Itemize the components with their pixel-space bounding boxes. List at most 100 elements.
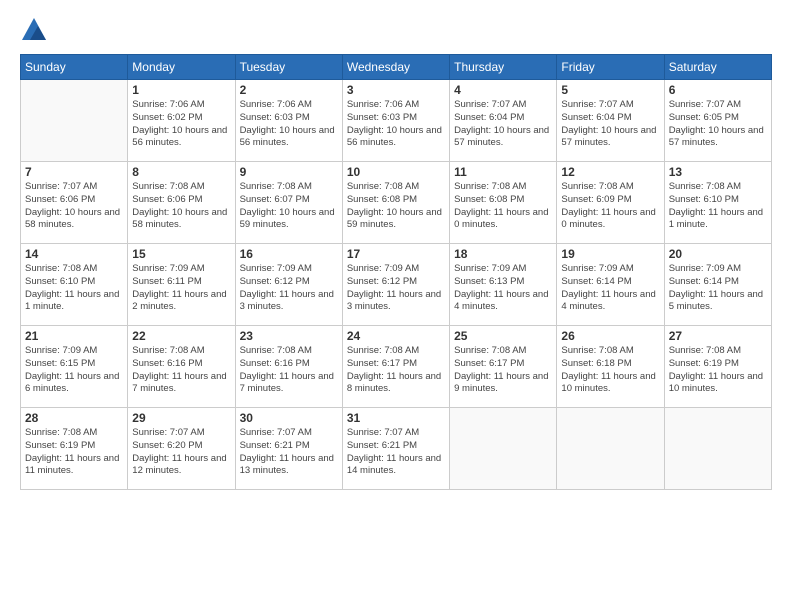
cell-content: Sunrise: 7:09 AM Sunset: 6:12 PM Dayligh… [347,263,445,314]
day-number: 12 [561,165,659,179]
cell-content: Sunrise: 7:08 AM Sunset: 6:08 PM Dayligh… [454,181,552,232]
day-number: 23 [240,329,338,343]
cell-content: Sunrise: 7:09 AM Sunset: 6:14 PM Dayligh… [669,263,767,314]
cell-content: Sunrise: 7:08 AM Sunset: 6:09 PM Dayligh… [561,181,659,232]
weekday-header: Friday [557,55,664,80]
calendar-cell: 9 Sunrise: 7:08 AM Sunset: 6:07 PM Daylig… [235,162,342,244]
calendar-header-row: SundayMondayTuesdayWednesdayThursdayFrid… [21,55,772,80]
day-number: 26 [561,329,659,343]
cell-content: Sunrise: 7:09 AM Sunset: 6:12 PM Dayligh… [240,263,338,314]
day-number: 14 [25,247,123,261]
cell-content: Sunrise: 7:08 AM Sunset: 6:19 PM Dayligh… [25,427,123,478]
cell-content: Sunrise: 7:09 AM Sunset: 6:13 PM Dayligh… [454,263,552,314]
day-number: 8 [132,165,230,179]
calendar-cell [21,80,128,162]
calendar-week-row: 1Sunrise: 7:06 AM Sunset: 6:02 PM Daylig… [21,80,772,162]
calendar-cell: 27Sunrise: 7:08 AM Sunset: 6:19 PM Dayli… [664,326,771,408]
cell-content: Sunrise: 7:07 AM Sunset: 6:06 PM Dayligh… [25,181,123,232]
cell-content: Sunrise: 7:08 AM Sunset: 6:10 PM Dayligh… [669,181,767,232]
calendar-cell: 14Sunrise: 7:08 AM Sunset: 6:10 PM Dayli… [21,244,128,326]
calendar-week-row: 7 Sunrise: 7:07 AM Sunset: 6:06 PM Daylig… [21,162,772,244]
day-number: 2 [240,83,338,97]
cell-content: Sunrise: 7:07 AM Sunset: 6:20 PM Dayligh… [132,427,230,478]
day-number: 25 [454,329,552,343]
page: SundayMondayTuesdayWednesdayThursdayFrid… [0,0,792,612]
weekday-header: Sunday [21,55,128,80]
calendar-cell: 5 Sunrise: 7:07 AM Sunset: 6:04 PM Daylig… [557,80,664,162]
day-number: 22 [132,329,230,343]
calendar-cell: 22 Sunrise: 7:08 AM Sunset: 6:16 PM Dayli… [128,326,235,408]
calendar-cell: 19 Sunrise: 7:09 AM Sunset: 6:14 PM Dayli… [557,244,664,326]
calendar-cell: 4 Sunrise: 7:07 AM Sunset: 6:04 PM Daylig… [450,80,557,162]
cell-content: Sunrise: 7:08 AM Sunset: 6:08 PM Dayligh… [347,181,445,232]
calendar-cell: 11 Sunrise: 7:08 AM Sunset: 6:08 PM Dayli… [450,162,557,244]
cell-content: Sunrise: 7:08 AM Sunset: 6:06 PM Dayligh… [132,181,230,232]
day-number: 30 [240,411,338,425]
cell-content: Sunrise: 7:08 AM Sunset: 6:07 PM Dayligh… [240,181,338,232]
calendar-cell [450,408,557,490]
weekday-header: Saturday [664,55,771,80]
cell-content: Sunrise: 7:06 AM Sunset: 6:03 PM Dayligh… [347,99,445,150]
calendar-week-row: 14Sunrise: 7:08 AM Sunset: 6:10 PM Dayli… [21,244,772,326]
cell-content: Sunrise: 7:07 AM Sunset: 6:05 PM Dayligh… [669,99,767,150]
calendar-cell: 3 Sunrise: 7:06 AM Sunset: 6:03 PM Daylig… [342,80,449,162]
calendar-week-row: 21Sunrise: 7:09 AM Sunset: 6:15 PM Dayli… [21,326,772,408]
day-number: 4 [454,83,552,97]
day-number: 13 [669,165,767,179]
calendar-cell [664,408,771,490]
calendar-cell [557,408,664,490]
day-number: 3 [347,83,445,97]
calendar-cell: 10 Sunrise: 7:08 AM Sunset: 6:08 PM Dayli… [342,162,449,244]
cell-content: Sunrise: 7:09 AM Sunset: 6:14 PM Dayligh… [561,263,659,314]
cell-content: Sunrise: 7:08 AM Sunset: 6:19 PM Dayligh… [669,345,767,396]
calendar: SundayMondayTuesdayWednesdayThursdayFrid… [20,54,772,490]
day-number: 7 [25,165,123,179]
day-number: 24 [347,329,445,343]
day-number: 17 [347,247,445,261]
day-number: 1 [132,83,230,97]
cell-content: Sunrise: 7:09 AM Sunset: 6:11 PM Dayligh… [132,263,230,314]
day-number: 11 [454,165,552,179]
day-number: 28 [25,411,123,425]
cell-content: Sunrise: 7:08 AM Sunset: 6:16 PM Dayligh… [240,345,338,396]
calendar-cell: 15 Sunrise: 7:09 AM Sunset: 6:11 PM Dayli… [128,244,235,326]
day-number: 16 [240,247,338,261]
weekday-header: Tuesday [235,55,342,80]
calendar-cell: 23 Sunrise: 7:08 AM Sunset: 6:16 PM Dayli… [235,326,342,408]
weekday-header: Wednesday [342,55,449,80]
calendar-cell: 31 Sunrise: 7:07 AM Sunset: 6:21 PM Dayli… [342,408,449,490]
calendar-cell: 18 Sunrise: 7:09 AM Sunset: 6:13 PM Dayli… [450,244,557,326]
weekday-header: Thursday [450,55,557,80]
day-number: 18 [454,247,552,261]
calendar-cell: 1Sunrise: 7:06 AM Sunset: 6:02 PM Daylig… [128,80,235,162]
calendar-cell: 13 Sunrise: 7:08 AM Sunset: 6:10 PM Dayli… [664,162,771,244]
day-number: 6 [669,83,767,97]
day-number: 20 [669,247,767,261]
logo [20,16,52,44]
cell-content: Sunrise: 7:06 AM Sunset: 6:03 PM Dayligh… [240,99,338,150]
calendar-cell: 28 Sunrise: 7:08 AM Sunset: 6:19 PM Dayli… [21,408,128,490]
cell-content: Sunrise: 7:08 AM Sunset: 6:17 PM Dayligh… [347,345,445,396]
cell-content: Sunrise: 7:07 AM Sunset: 6:04 PM Dayligh… [561,99,659,150]
day-number: 5 [561,83,659,97]
cell-content: Sunrise: 7:08 AM Sunset: 6:16 PM Dayligh… [132,345,230,396]
day-number: 19 [561,247,659,261]
calendar-cell: 16 Sunrise: 7:09 AM Sunset: 6:12 PM Dayli… [235,244,342,326]
calendar-cell: 29Sunrise: 7:07 AM Sunset: 6:20 PM Dayli… [128,408,235,490]
day-number: 10 [347,165,445,179]
cell-content: Sunrise: 7:09 AM Sunset: 6:15 PM Dayligh… [25,345,123,396]
day-number: 31 [347,411,445,425]
day-number: 9 [240,165,338,179]
calendar-cell: 17 Sunrise: 7:09 AM Sunset: 6:12 PM Dayli… [342,244,449,326]
cell-content: Sunrise: 7:07 AM Sunset: 6:21 PM Dayligh… [347,427,445,478]
day-number: 15 [132,247,230,261]
calendar-cell: 2 Sunrise: 7:06 AM Sunset: 6:03 PM Daylig… [235,80,342,162]
cell-content: Sunrise: 7:08 AM Sunset: 6:17 PM Dayligh… [454,345,552,396]
cell-content: Sunrise: 7:07 AM Sunset: 6:04 PM Dayligh… [454,99,552,150]
weekday-header: Monday [128,55,235,80]
header [20,16,772,44]
logo-icon [20,16,48,44]
cell-content: Sunrise: 7:07 AM Sunset: 6:21 PM Dayligh… [240,427,338,478]
calendar-cell: 12 Sunrise: 7:08 AM Sunset: 6:09 PM Dayli… [557,162,664,244]
calendar-cell: 21Sunrise: 7:09 AM Sunset: 6:15 PM Dayli… [21,326,128,408]
